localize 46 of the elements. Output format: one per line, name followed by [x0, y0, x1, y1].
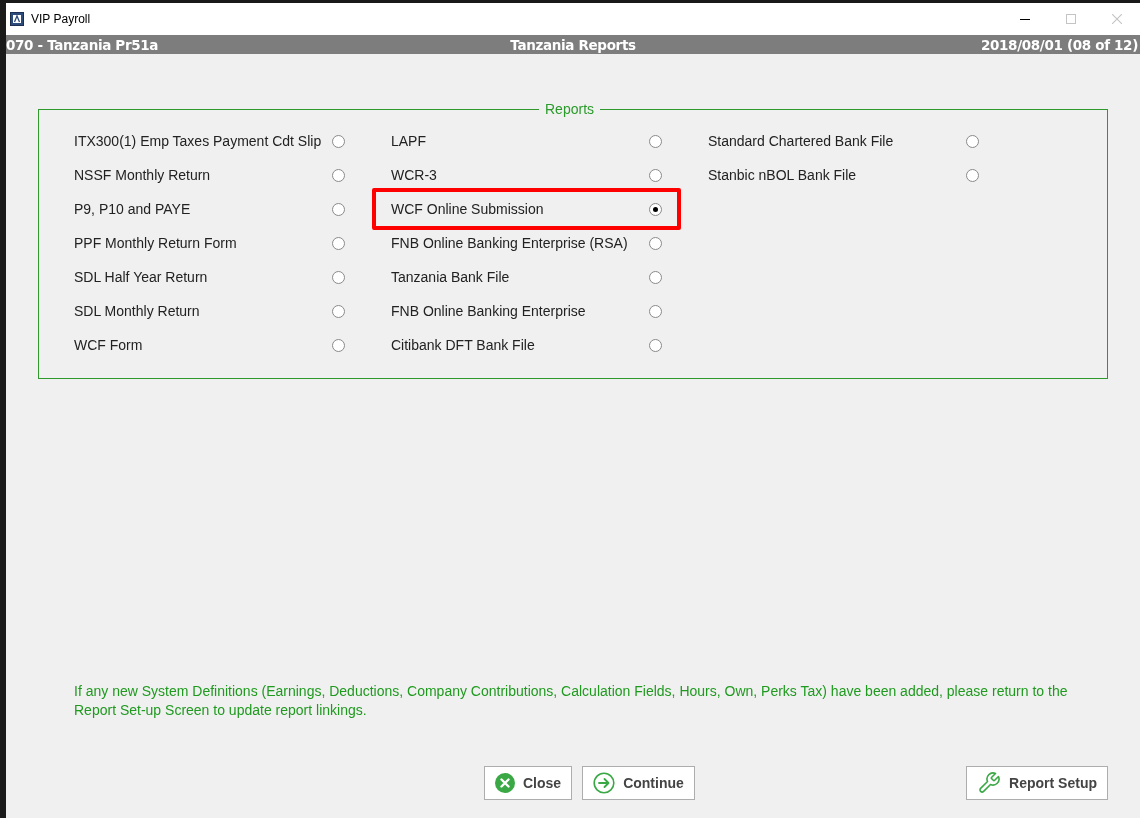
- radio-button[interactable]: [332, 304, 345, 318]
- report-label: WCF Form: [74, 335, 144, 355]
- report-label: ITX300(1) Emp Taxes Payment Cdt Slip: [74, 131, 323, 151]
- report-label: WCF Online Submission: [391, 199, 545, 219]
- radio-button[interactable]: [649, 270, 662, 284]
- radio-button[interactable]: [649, 168, 662, 182]
- arrow-right-icon: [593, 772, 616, 794]
- report-label: Stanbic nBOL Bank File: [708, 165, 858, 185]
- close-icon: [495, 773, 515, 793]
- report-label: SDL Half Year Return: [74, 267, 209, 287]
- radio-button[interactable]: [649, 338, 662, 352]
- close-button[interactable]: Close: [484, 766, 573, 800]
- info-message: If any new System Definitions (Earnings, Deductions, Company Contributions, Calculation Fields, Hours, Own, Perks Tax) have been added, please return to the Report Set-up Screen to update report linkings.: [74, 682, 1069, 720]
- radio-button[interactable]: [649, 236, 662, 250]
- report-label: WCR-3: [391, 165, 438, 185]
- report-label: P9, P10 and PAYE: [74, 199, 192, 219]
- report-label: Tanzania Bank File: [391, 267, 511, 287]
- report-label: FNB Online Banking Enterprise: [391, 301, 587, 321]
- radio-button[interactable]: [332, 134, 345, 148]
- radio-button[interactable]: [966, 134, 979, 148]
- report-setup-button[interactable]: Report Setup: [966, 766, 1108, 800]
- radio-button[interactable]: [332, 168, 345, 182]
- radio-button[interactable]: [649, 304, 662, 318]
- radio-button[interactable]: [332, 236, 345, 250]
- radio-button[interactable]: [649, 202, 662, 216]
- report-label: NSSF Monthly Return: [74, 165, 212, 185]
- group-title: Reports: [539, 101, 601, 117]
- wrench-icon: [977, 771, 1002, 795]
- screen-title: Tanzania Reports: [510, 36, 636, 55]
- radio-button[interactable]: [649, 134, 662, 148]
- radio-button[interactable]: [966, 168, 979, 182]
- radio-button[interactable]: [332, 270, 345, 284]
- continue-button[interactable]: Continue: [582, 766, 695, 800]
- report-label: SDL Monthly Return: [74, 301, 201, 321]
- report-label: FNB Online Banking Enterprise (RSA): [391, 233, 629, 253]
- report-label: PPF Monthly Return Form: [74, 233, 238, 253]
- close-icon[interactable]: [1112, 14, 1122, 24]
- window-title: VIP Payroll: [31, 11, 91, 28]
- period-label: 2018/08/01 (08 of 12): [980, 36, 1139, 55]
- report-label: Standard Chartered Bank File: [708, 131, 895, 151]
- radio-button[interactable]: [332, 202, 345, 216]
- report-label: Citibank DFT Bank File: [391, 335, 536, 355]
- company-label: 070 - Tanzania Pr51a: [6, 36, 160, 55]
- report-label: LAPF: [391, 131, 427, 151]
- app-icon: [10, 12, 24, 26]
- radio-button[interactable]: [332, 338, 345, 352]
